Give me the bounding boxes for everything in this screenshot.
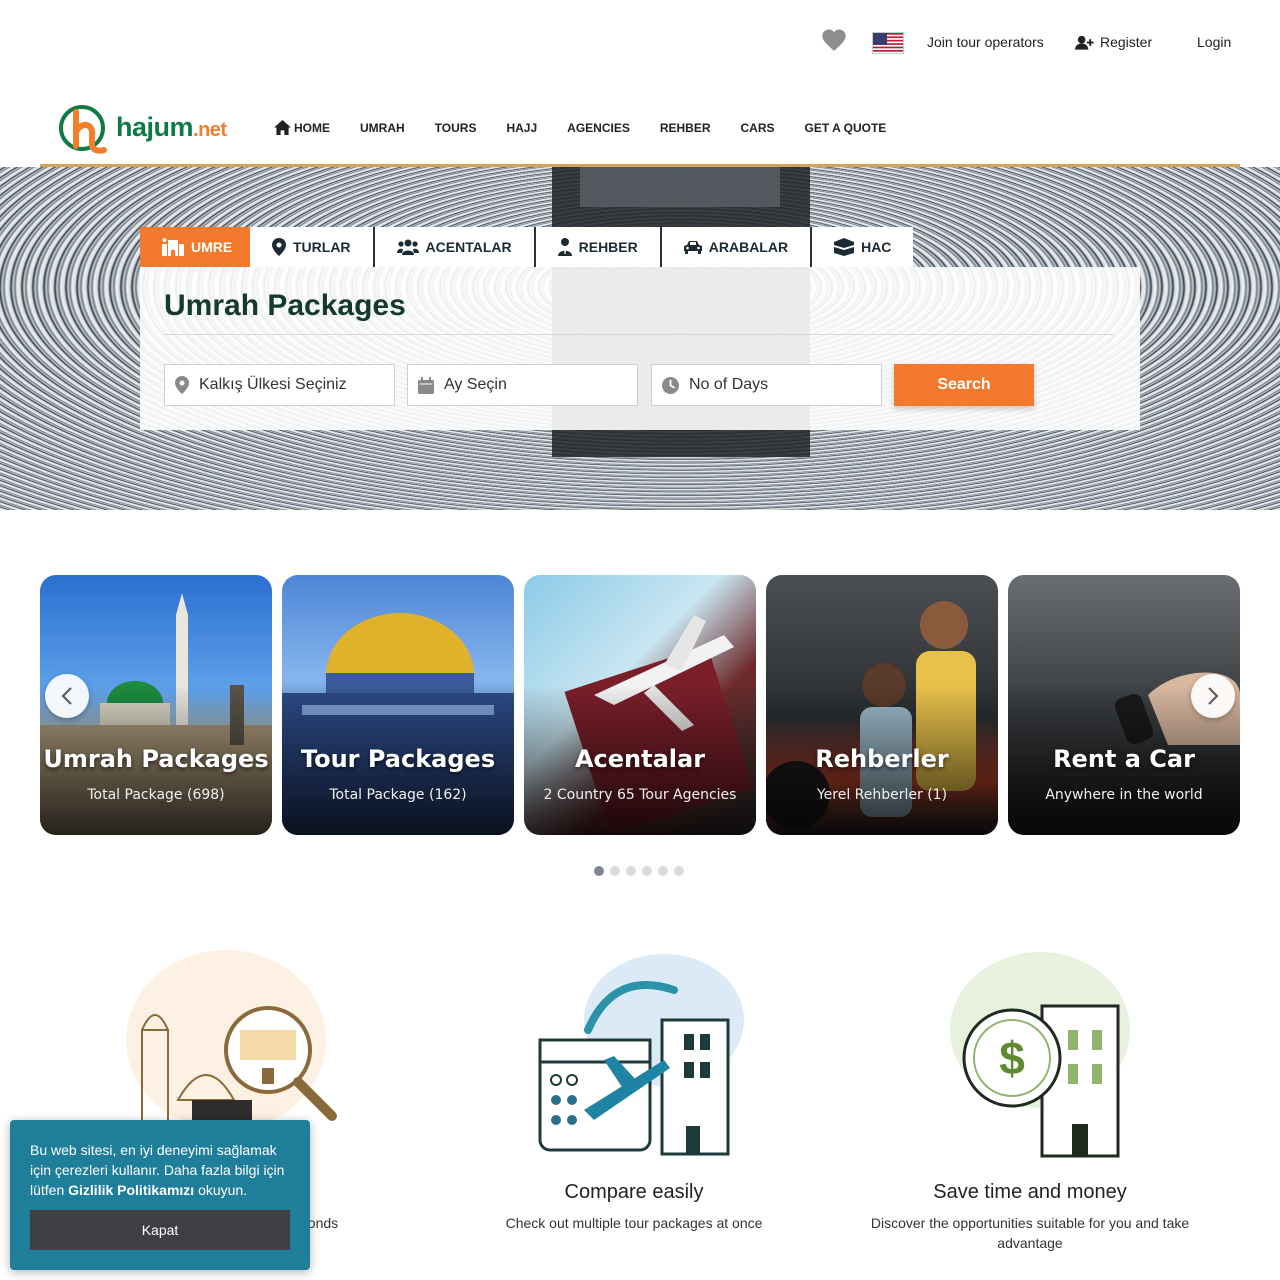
card-title: Rent a Car xyxy=(1053,745,1195,773)
top-bar: Join tour operators Register Login xyxy=(0,0,1280,86)
search-button[interactable]: Search xyxy=(894,364,1034,406)
carousel-dot[interactable] xyxy=(594,866,604,876)
month-select[interactable]: Ay Seçin xyxy=(407,364,638,406)
tab-hac[interactable]: HAC xyxy=(812,227,914,267)
search-title: Umrah Packages xyxy=(164,289,406,322)
nav-home[interactable]: HOME xyxy=(274,120,330,135)
register-label: Register xyxy=(1100,34,1153,50)
card-subtitle: Yerel Rehberler (1) xyxy=(816,787,948,803)
nav-tours[interactable]: TOURS xyxy=(435,120,477,135)
month-placeholder: Ay Seçin xyxy=(444,376,507,393)
tab-rehber[interactable]: REHBER xyxy=(535,227,662,267)
tab-turlar[interactable]: TURLAR xyxy=(250,227,375,267)
carousel-dot[interactable] xyxy=(642,866,652,876)
departure-country-placeholder: Kalkış Ülkesi Seçiniz xyxy=(199,376,347,393)
chevron-right-icon xyxy=(1208,687,1219,705)
map-pin-icon xyxy=(272,238,286,256)
carousel-dot[interactable] xyxy=(674,866,684,876)
days-placeholder: No of Days xyxy=(689,376,769,393)
feature-title: Save time and money xyxy=(933,1181,1127,1203)
card-rehberler[interactable]: Rehberler Yerel Rehberler (1) xyxy=(766,575,998,835)
search-divider xyxy=(164,334,1114,335)
departure-country-select[interactable]: Kalkış Ülkesi Seçiniz xyxy=(164,364,395,406)
search-panel: Umrah Packages Kalkış Ülkesi Seçiniz Ay … xyxy=(140,267,1140,430)
hero-banner: UMRE TURLAR ACENTALAR REHBER ARABALAR HA… xyxy=(0,167,1280,510)
tab-umre[interactable]: UMRE xyxy=(140,227,250,267)
kaaba-icon xyxy=(834,238,855,256)
join-tour-operators-link[interactable]: Join tour operators xyxy=(927,34,1044,50)
carousel-dot[interactable] xyxy=(626,866,636,876)
svg-text:$: $ xyxy=(999,1032,1025,1084)
nav-rehber[interactable]: REHBER xyxy=(660,120,711,135)
card-subtitle: Total Package (698) xyxy=(87,787,225,803)
category-carousel: Umrah Packages Total Package (698) Tour … xyxy=(40,575,1240,835)
location-icon xyxy=(175,376,189,394)
feature-description: Check out multiple tour packages at once xyxy=(505,1215,763,1231)
carousel-prev-button[interactable] xyxy=(45,674,89,718)
heart-icon[interactable] xyxy=(820,26,848,54)
guide-icon xyxy=(557,238,572,256)
hotel-icon xyxy=(162,238,184,256)
card-title: Umrah Packages xyxy=(43,745,269,773)
car-icon xyxy=(683,241,702,254)
tab-arabalar[interactable]: ARABALAR xyxy=(661,227,813,267)
register-link[interactable]: Register xyxy=(1075,34,1152,51)
feature-description: Discover the opportunities suitable for … xyxy=(870,1215,1190,1251)
chevron-left-icon xyxy=(61,687,72,705)
nav-cars[interactable]: CARS xyxy=(741,120,775,135)
logo-wordmark: hajum.net xyxy=(116,112,227,142)
site-logo[interactable]: hajum.net xyxy=(58,104,248,156)
card-subtitle: Total Package (162) xyxy=(329,787,467,803)
login-link[interactable]: Login xyxy=(1197,34,1231,50)
nav-get-a-quote[interactable]: GET A QUOTE xyxy=(805,120,887,135)
card-subtitle: 2 Country 65 Tour Agencies xyxy=(543,787,737,803)
days-select[interactable]: No of Days xyxy=(651,364,882,406)
nav-agencies[interactable]: AGENCIES xyxy=(567,120,630,135)
cookie-close-button[interactable]: Kapat xyxy=(30,1210,290,1250)
money-building-icon: $ xyxy=(950,952,1130,1158)
cookie-banner: Bu web sitesi, en iyi deneyimi sağlamak … xyxy=(10,1120,310,1270)
add-user-icon xyxy=(1075,35,1094,50)
kaaba-roof-image xyxy=(580,167,780,207)
nav-umrah[interactable]: UMRAH xyxy=(360,120,405,135)
nav-links: HOME UMRAH TOURS HAJJ AGENCIES REHBER CA… xyxy=(274,120,916,135)
carousel-dots xyxy=(594,866,684,876)
main-nav: hajum.net HOME UMRAH TOURS HAJJ AGENCIES… xyxy=(0,86,1280,167)
feature-title: Compare easily xyxy=(564,1181,704,1203)
nav-hajj[interactable]: HAJJ xyxy=(506,120,537,135)
card-acentalar[interactable]: Acentalar 2 Country 65 Tour Agencies xyxy=(524,575,756,835)
home-icon xyxy=(274,120,291,135)
hajum-logo-icon xyxy=(59,105,107,154)
calendar-icon xyxy=(418,376,434,394)
card-title: Rehberler xyxy=(815,745,949,773)
card-title: Tour Packages xyxy=(300,745,496,773)
card-subtitle: Anywhere in the world xyxy=(1045,787,1203,803)
clock-icon xyxy=(662,376,679,394)
card-title: Acentalar xyxy=(574,745,706,773)
users-icon xyxy=(396,239,419,255)
carousel-dot[interactable] xyxy=(610,866,620,876)
calendar-plane-building-icon xyxy=(538,954,744,1156)
carousel-dot[interactable] xyxy=(658,866,668,876)
card-tour-packages[interactable]: Tour Packages Total Package (162) xyxy=(282,575,514,835)
carousel-next-button[interactable] xyxy=(1191,674,1235,718)
cookie-text: Bu web sitesi, en iyi deneyimi sağlamak … xyxy=(30,1142,285,1198)
tab-acentalar[interactable]: ACENTALAR xyxy=(374,227,536,267)
privacy-policy-link[interactable]: Gizlilik Politikamızı xyxy=(68,1182,194,1198)
search-tabs: UMRE TURLAR ACENTALAR REHBER ARABALAR HA… xyxy=(140,227,914,267)
us-flag-icon[interactable] xyxy=(872,32,904,54)
